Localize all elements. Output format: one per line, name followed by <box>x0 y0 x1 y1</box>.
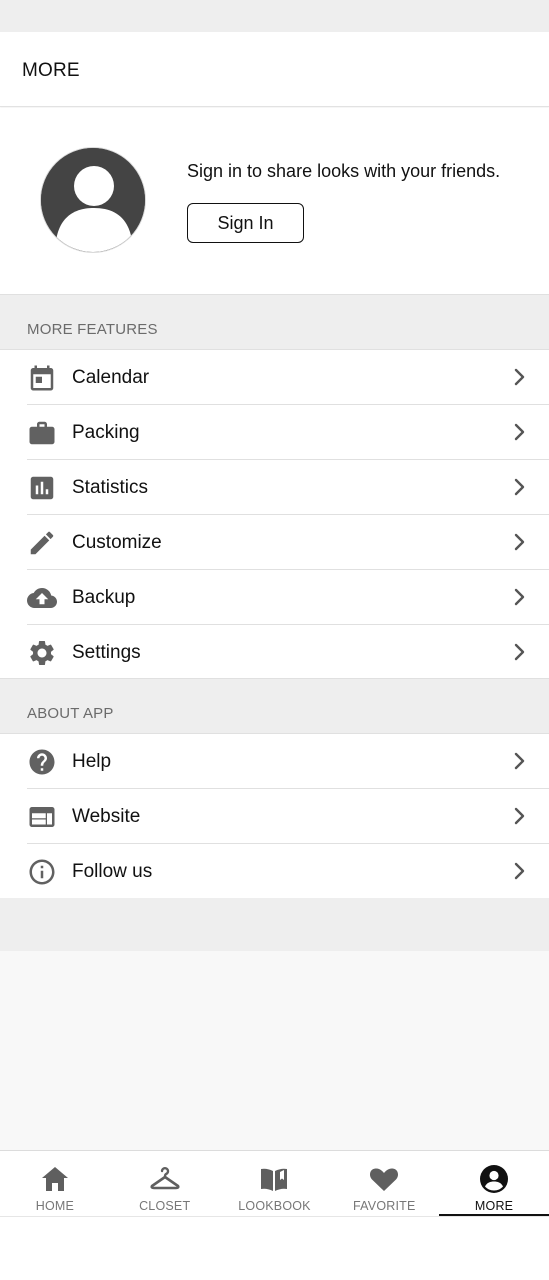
nav-tab-closet[interactable]: CLOSET <box>110 1151 220 1217</box>
menu-item-backup[interactable]: Backup <box>0 570 549 625</box>
menu-item-calendar[interactable]: Calendar <box>0 350 549 405</box>
section-title: MORE FEATURES <box>27 321 158 338</box>
section-header-more-features: MORE FEATURES <box>0 294 549 350</box>
profile-section: Sign in to share looks with your friends… <box>0 108 549 294</box>
help-icon <box>27 747 57 777</box>
menu-item-label: Settings <box>72 642 141 663</box>
nav-tab-label: LOOKBOOK <box>238 1199 311 1213</box>
menu-item-label: Packing <box>72 422 140 443</box>
book-icon <box>258 1164 290 1194</box>
nav-tab-lookbook[interactable]: LOOKBOOK <box>220 1151 330 1217</box>
about-app-list: Help Website Follow us <box>0 734 549 899</box>
menu-item-label: Follow us <box>72 861 153 882</box>
status-bar <box>0 0 549 32</box>
menu-item-customize[interactable]: Customize <box>0 515 549 570</box>
nav-tab-label: MORE <box>474 1199 514 1213</box>
menu-item-label: Calendar <box>72 367 150 388</box>
pencil-icon <box>27 528 57 558</box>
menu-item-statistics[interactable]: Statistics <box>0 460 549 515</box>
heart-icon <box>368 1164 400 1194</box>
section-header-about-app: ABOUT APP <box>0 678 549 734</box>
menu-item-label: Backup <box>72 587 136 608</box>
menu-item-label: Website <box>72 806 141 827</box>
menu-item-label: Customize <box>72 532 162 553</box>
nav-tab-label: CLOSET <box>139 1199 191 1213</box>
home-icon <box>39 1164 71 1194</box>
chevron-right-icon <box>513 806 527 826</box>
menu-item-label: Help <box>72 751 112 772</box>
sign-in-button[interactable]: Sign In <box>187 203 304 243</box>
web-icon <box>27 802 57 832</box>
menu-item-help[interactable]: Help <box>0 734 549 789</box>
chevron-right-icon <box>513 477 527 497</box>
info-icon <box>27 857 57 887</box>
chevron-right-icon <box>513 642 527 662</box>
nav-tab-more[interactable]: MORE <box>439 1151 549 1217</box>
section-title: ABOUT APP <box>27 705 114 722</box>
cloud-upload-icon <box>27 583 57 613</box>
menu-item-follow-us[interactable]: Follow us <box>0 844 549 899</box>
chevron-right-icon <box>513 587 527 607</box>
page-title: MORE <box>22 60 80 81</box>
content-background <box>0 951 549 1150</box>
nav-tab-home[interactable]: HOME <box>0 1151 110 1217</box>
menu-item-label: Statistics <box>72 477 149 498</box>
nav-tab-label: FAVORITE <box>353 1199 416 1213</box>
bar-chart-icon <box>27 473 57 503</box>
bottom-navigation: HOME CLOSET LOOKBOOK FAVORITE MORE <box>0 1150 549 1217</box>
hanger-icon <box>149 1164 181 1194</box>
chevron-right-icon <box>513 751 527 771</box>
bottom-spacer <box>0 1216 549 1280</box>
avatar-placeholder-icon[interactable] <box>40 147 146 253</box>
gear-icon <box>27 638 57 668</box>
section-spacer <box>0 898 549 951</box>
nav-tab-favorite[interactable]: FAVORITE <box>329 1151 439 1217</box>
chevron-right-icon <box>513 367 527 387</box>
nav-tab-label: HOME <box>35 1199 75 1213</box>
calendar-icon <box>27 363 57 393</box>
app-header: MORE <box>0 32 549 107</box>
menu-item-packing[interactable]: Packing <box>0 405 549 460</box>
more-features-list: Calendar Packing Statistics Customize Ba… <box>0 350 549 680</box>
menu-item-settings[interactable]: Settings <box>0 625 549 680</box>
signin-prompt: Sign in to share looks with your friends… <box>187 161 501 181</box>
menu-item-website[interactable]: Website <box>0 789 549 844</box>
chevron-right-icon <box>513 422 527 442</box>
chevron-right-icon <box>513 861 527 881</box>
chevron-right-icon <box>513 532 527 552</box>
account-circle-icon <box>478 1164 510 1194</box>
briefcase-icon <box>27 418 57 448</box>
